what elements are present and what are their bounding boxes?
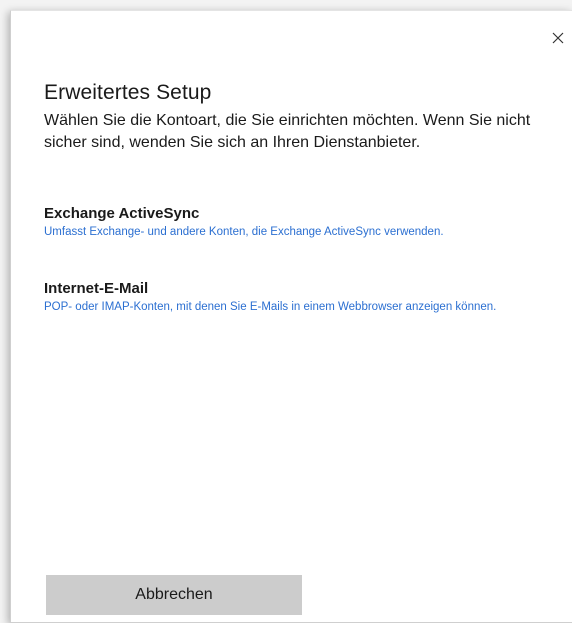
- option-description: Umfasst Exchange- und andere Konten, die…: [44, 226, 444, 238]
- dialog-subtitle: Wählen Sie die Kontoart, die Sie einrich…: [44, 112, 531, 151]
- screen: Erweitertes Setup Wählen Sie die Kontoar…: [0, 0, 572, 623]
- option-exchange-activesync[interactable]: Exchange ActiveSync Umfasst Exchange- un…: [44, 204, 564, 241]
- close-icon: [552, 32, 564, 44]
- option-description: POP- oder IMAP-Konten, mit denen Sie E-M…: [44, 301, 497, 313]
- dialog-title: Erweitertes Setup: [44, 81, 212, 104]
- option-name: Internet-E-Mail: [44, 280, 149, 297]
- close-button[interactable]: [544, 21, 572, 49]
- option-internet-email[interactable]: Internet-E-Mail POP- oder IMAP-Konten, m…: [44, 279, 544, 316]
- advanced-setup-dialog: Erweitertes Setup Wählen Sie die Kontoar…: [10, 10, 572, 623]
- option-name: Exchange ActiveSync: [44, 205, 200, 222]
- cancel-button[interactable]: Abbrechen: [46, 575, 302, 615]
